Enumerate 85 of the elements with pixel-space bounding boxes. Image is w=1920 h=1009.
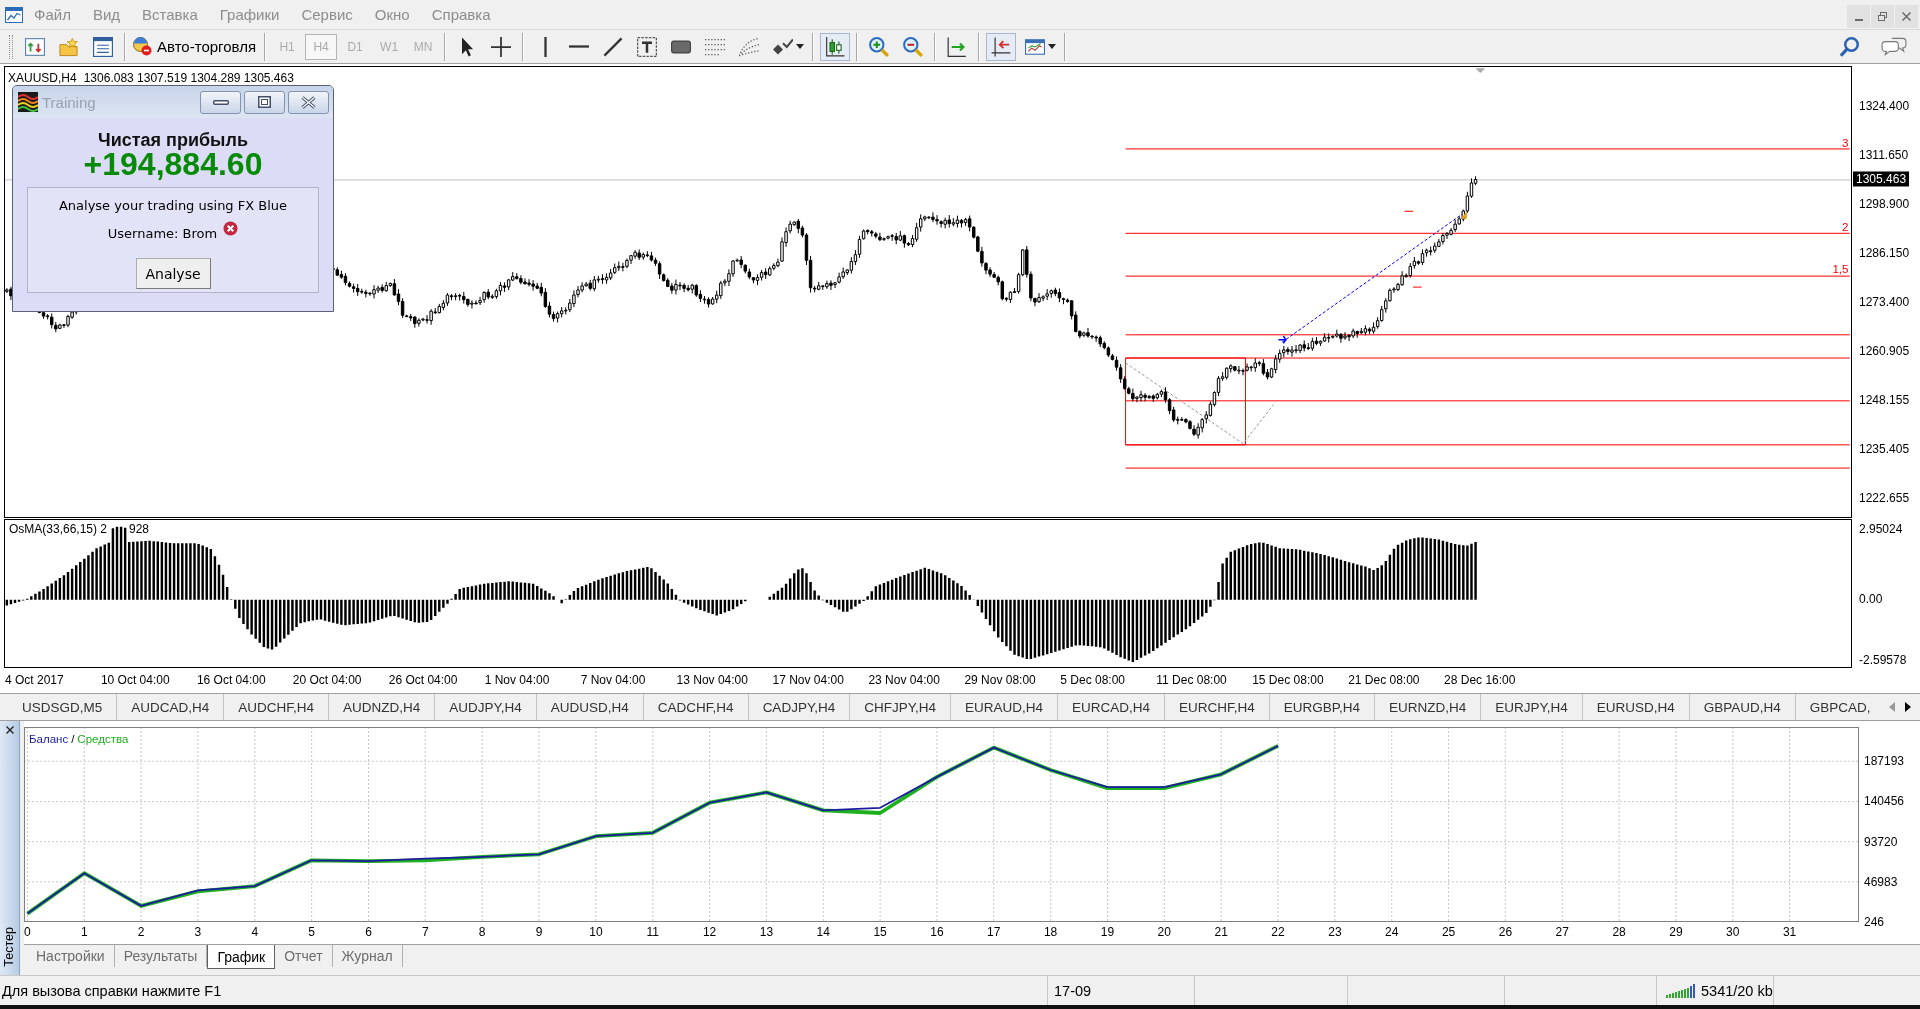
time-label: 21 Dec 08:00 xyxy=(1348,673,1420,687)
time-label: 15 Dec 08:00 xyxy=(1252,673,1324,687)
price-label: 1235.405 xyxy=(1859,442,1910,457)
time-label: 4 Oct 2017 xyxy=(5,673,64,687)
x-axis-label: 1 xyxy=(80,925,88,939)
x-axis-label: 15 xyxy=(873,925,887,939)
profit-value: +194,884.60 xyxy=(83,150,263,179)
price-label: 1248.155 xyxy=(1859,393,1910,408)
y-axis-label: 187193 xyxy=(1864,754,1905,769)
price-label: 1298.900 xyxy=(1859,197,1910,212)
current-price-label: 1305.463 xyxy=(1853,171,1910,187)
x-axis-label: 9 xyxy=(535,925,543,939)
time-label: 1 Nov 04:00 xyxy=(484,673,550,687)
price-label: 1324.400 xyxy=(1859,99,1910,114)
price-label: 1260.905 xyxy=(1859,344,1910,359)
indicator-axis-label: 2.95024 xyxy=(1859,521,1903,536)
x-axis-label: 16 xyxy=(930,925,944,939)
indicator-axis-label: -2.59578 xyxy=(1859,652,1907,667)
level-label: 3 xyxy=(1842,136,1849,150)
x-axis-label: 21 xyxy=(1214,925,1228,939)
y-axis-label: 46983 xyxy=(1864,874,1898,889)
price-label: 1273.400 xyxy=(1859,295,1910,310)
x-axis-label: 4 xyxy=(251,925,259,939)
indicator-value-fragment: 928 xyxy=(129,523,150,536)
time-label: 29 Nov 08:00 xyxy=(964,673,1036,687)
legend-separator: / xyxy=(71,733,75,746)
traffic-label: 5341/20 kb xyxy=(1701,982,1773,999)
x-axis-label: 0 xyxy=(24,925,31,939)
x-axis-label: 31 xyxy=(1782,925,1797,939)
price-label: 1311.650 xyxy=(1859,148,1909,163)
x-axis-label: 24 xyxy=(1385,925,1399,939)
time-label: 7 Nov 04:00 xyxy=(580,673,646,687)
profit-heading: Чистая прибыль xyxy=(98,131,248,150)
x-axis-label: 27 xyxy=(1555,925,1569,939)
indicator-label: OsMA(33,66,15) 2 xyxy=(9,523,108,536)
price-label: 1222.655 xyxy=(1859,491,1910,506)
x-axis-label: 17 xyxy=(987,925,1001,939)
level-label: 1,5 xyxy=(1832,262,1849,276)
x-axis-label: 8 xyxy=(478,925,486,939)
x-axis-label: 5 xyxy=(308,925,315,939)
time-label: 5 Dec 08:00 xyxy=(1060,673,1126,687)
time-label: 17 Nov 04:00 xyxy=(772,673,844,687)
x-axis-label: 12 xyxy=(702,925,717,939)
x-axis-label: 26 xyxy=(1498,925,1513,939)
x-axis-label: 2 xyxy=(137,925,145,939)
time-label: 16 Oct 04:00 xyxy=(196,673,266,687)
panel-title: Тестер xyxy=(2,927,17,967)
x-axis-label: 14 xyxy=(816,925,830,939)
x-axis-label: 18 xyxy=(1043,925,1058,939)
x-axis-label: 10 xyxy=(589,925,603,939)
x-axis-label: 20 xyxy=(1157,925,1171,939)
x-axis-label: 28 xyxy=(1612,925,1626,939)
ohlc-values: 1306.083 1307.519 1304.289 1305.463 xyxy=(83,71,294,85)
y-axis-label: 246 xyxy=(1864,915,1885,929)
time-label: 13 Nov 04:00 xyxy=(676,673,748,687)
x-axis-label: 19 xyxy=(1100,925,1115,939)
dialog-title: Training xyxy=(42,93,96,111)
x-axis-label: 25 xyxy=(1441,925,1456,939)
time-label: 20 Oct 04:00 xyxy=(292,673,362,687)
time-label: 11 Dec 08:00 xyxy=(1156,673,1227,687)
status-hint: Для вызова справки нажмите F1 xyxy=(2,982,222,999)
time-label: 10 Oct 04:00 xyxy=(100,673,170,687)
analyse-message: Analyse your trading using FX Blue xyxy=(58,197,288,215)
price-label: 1286.150 xyxy=(1859,246,1910,261)
time-label: 28 Dec 16:00 xyxy=(1444,673,1516,687)
indicator-axis-label: 0.00 xyxy=(1859,591,1883,606)
x-axis-label: 23 xyxy=(1328,925,1342,939)
y-axis-label: 93720 xyxy=(1864,834,1898,849)
x-axis-label: 29 xyxy=(1669,925,1683,939)
time-label: 26 Oct 04:00 xyxy=(388,673,458,687)
symbol-label: XAUUSD,H4 xyxy=(8,71,77,85)
x-axis-label: 22 xyxy=(1271,925,1285,939)
legend-label: Средства xyxy=(77,733,129,746)
x-axis-label: 3 xyxy=(194,925,202,939)
time-label: 23 Nov 04:00 xyxy=(868,673,940,687)
x-axis-label: 7 xyxy=(421,925,429,939)
username-label: Username: Brom xyxy=(107,225,218,242)
x-axis-label: 30 xyxy=(1726,925,1740,939)
x-axis-label: 6 xyxy=(365,925,372,939)
status-time: 17-09 xyxy=(1054,982,1092,999)
legend-label: Баланс xyxy=(29,733,69,746)
level-label: 2 xyxy=(1842,220,1849,234)
y-axis-label: 140456 xyxy=(1864,794,1905,809)
x-axis-label: 11 xyxy=(646,925,659,939)
x-axis-label: 13 xyxy=(759,925,774,939)
